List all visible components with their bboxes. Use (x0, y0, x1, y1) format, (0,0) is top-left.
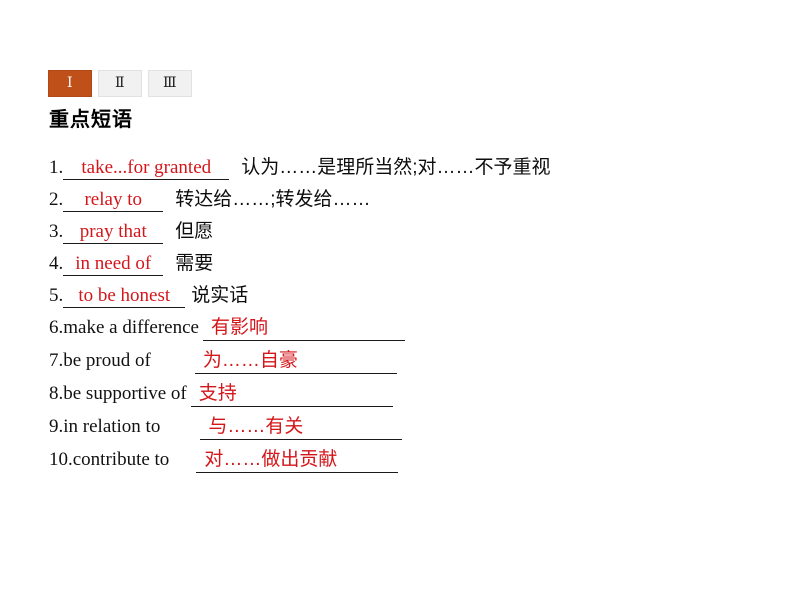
phrase-item-9: 9. in relation to 与……有关 (49, 417, 749, 450)
tab-section-2-label: Ⅱ (114, 75, 125, 91)
tab-section-2[interactable]: Ⅱ (98, 70, 142, 97)
phrase-item-8: 8. be supportive of 支持 (49, 384, 749, 417)
phrase-meaning-2: 转达给……;转发给…… (175, 189, 371, 210)
section-tab-strip: Ⅰ Ⅱ Ⅲ (48, 70, 192, 97)
phrase-number-4: 4. (49, 253, 64, 274)
phrase-number-2: 2. (49, 189, 64, 210)
phrase-answer-7[interactable]: 为……自豪 (194, 351, 397, 374)
phrase-prompt-10: contribute to (72, 449, 170, 470)
phrase-meaning-4: 需要 (175, 253, 214, 274)
phrase-answer-4[interactable]: in need of (63, 254, 164, 276)
phrase-item-7: 7. be proud of 为……自豪 (49, 351, 749, 384)
phrase-number-7: 7. (49, 350, 64, 371)
phrase-item-1: 1. take...for granted 认为……是理所当然;对……不予重视 (49, 158, 749, 190)
phrase-item-3: 3. pray that 但愿 (49, 222, 749, 254)
phrase-prompt-7: be proud of (63, 350, 151, 371)
phrase-answer-3[interactable]: pray that (63, 222, 164, 244)
phrase-answer-9[interactable]: 与……有关 (200, 417, 403, 440)
phrase-number-6: 6. (49, 317, 64, 338)
phrase-answer-8[interactable]: 支持 (190, 384, 393, 407)
phrase-number-8: 8. (49, 383, 64, 404)
phrase-item-2: 2. relay to 转达给……;转发给…… (49, 190, 749, 222)
tab-section-1[interactable]: Ⅰ (48, 70, 92, 97)
phrase-answer-6[interactable]: 有影响 (202, 318, 405, 341)
phrase-item-5: 5. to be honest 说实话 (49, 286, 749, 318)
phrase-item-6: 6. make a difference 有影响 (49, 318, 749, 351)
tab-section-1-label: Ⅰ (66, 75, 74, 91)
phrase-number-3: 3. (49, 221, 64, 242)
tab-section-3-label: Ⅲ (162, 75, 177, 91)
phrase-item-10: 10. contribute to 对……做出贡献 (49, 450, 749, 483)
phrase-prompt-9: in relation to (63, 416, 161, 437)
phrase-number-1: 1. (49, 157, 64, 178)
tab-section-3[interactable]: Ⅲ (148, 70, 192, 97)
phrase-list: 1. take...for granted 认为……是理所当然;对……不予重视 … (49, 158, 749, 483)
phrase-prompt-6: make a difference (63, 317, 199, 338)
phrase-number-5: 5. (49, 285, 64, 306)
phrase-answer-5[interactable]: to be honest (63, 286, 186, 308)
phrase-item-4: 4. in need of 需要 (49, 254, 749, 286)
phrase-number-10: 10. (49, 449, 73, 470)
phrase-meaning-5: 说实话 (191, 285, 249, 306)
phrase-prompt-8: be supportive of (63, 383, 187, 404)
worksheet-page: Ⅰ Ⅱ Ⅲ 重点短语 1. take...for granted 认为……是理所… (0, 0, 794, 596)
phrase-meaning-1: 认为……是理所当然;对……不予重视 (241, 157, 551, 178)
section-heading: 重点短语 (49, 109, 133, 131)
phrase-answer-1[interactable]: take...for granted (63, 158, 230, 180)
phrase-number-9: 9. (49, 416, 64, 437)
phrase-meaning-3: 但愿 (175, 221, 214, 242)
phrase-answer-2[interactable]: relay to (63, 190, 164, 212)
phrase-answer-10[interactable]: 对……做出贡献 (196, 450, 399, 473)
